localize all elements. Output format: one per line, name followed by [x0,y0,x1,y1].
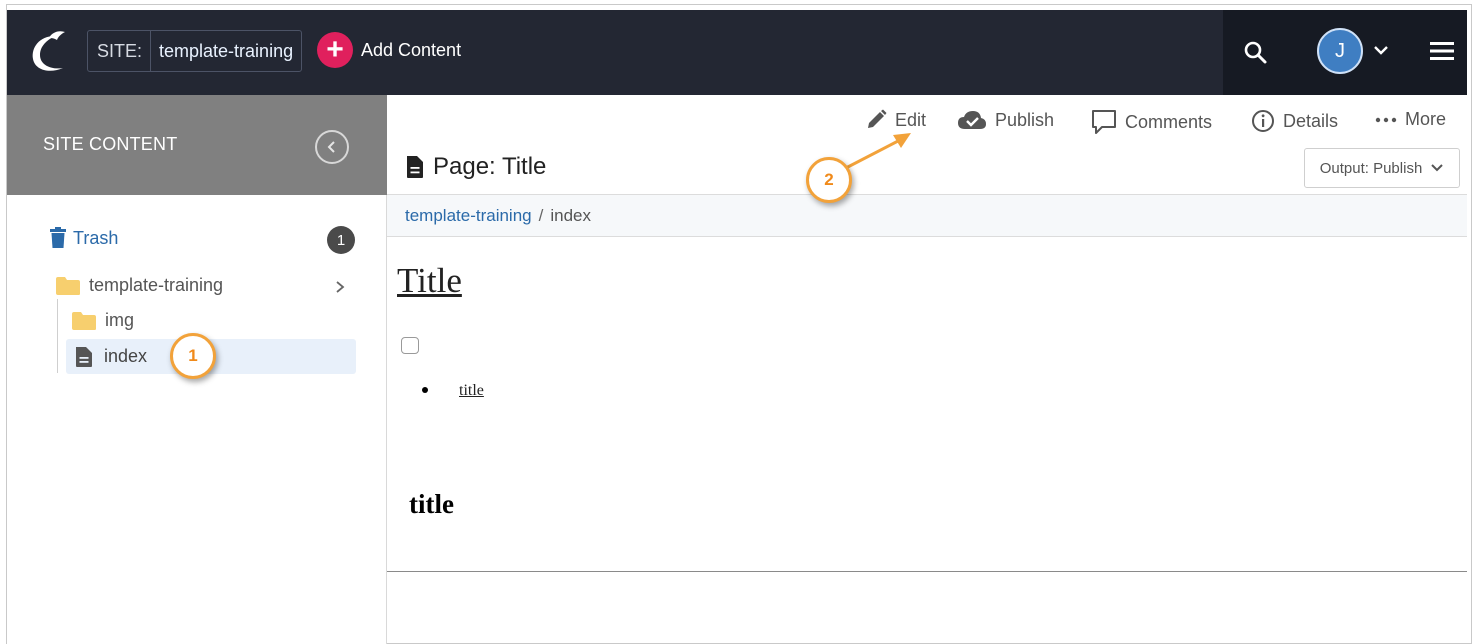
chevron-down-icon[interactable] [1373,42,1389,58]
more-label: More [1405,109,1447,129]
tree-root-label: template-training [89,275,224,295]
breadcrumb-separator: / [538,205,544,225]
breadcrumb: template-training / index [387,195,1467,237]
page-title: Page: Title [405,153,546,181]
publish-button[interactable]: Publish [957,109,1054,131]
preview-list-link[interactable]: title [459,382,484,400]
site-label: SITE: [88,31,152,71]
chevron-down-icon [1431,164,1443,172]
output-label: Output: Publish [1319,159,1423,177]
tree-guide-line [57,299,58,373]
trash-icon [50,227,66,248]
preview-heading: title [409,489,454,519]
search-icon[interactable] [1243,40,1269,66]
comments-label: Comments [1125,111,1213,132]
tree-item-label: index [104,346,148,366]
breadcrumb-current: index [550,205,591,225]
output-select[interactable]: Output: Publish [1304,148,1460,188]
site-name: template-training [159,40,294,61]
comments-button[interactable]: Comments [1091,109,1212,135]
hamburger-menu-icon[interactable] [1429,40,1455,62]
preview-title-link[interactable]: Title [397,261,462,301]
pencil-icon [868,109,887,128]
collapse-sidebar-button[interactable] [315,130,349,164]
sidebar-title: SITE CONTENT [43,134,178,154]
edit-button[interactable]: Edit [865,109,926,131]
document-icon [407,156,423,178]
folder-icon [72,311,96,330]
plus-icon: + [317,32,353,68]
trash-count-badge: 1 [327,226,355,254]
preview-toolbar: Edit Publish Comments Details More Page:… [387,95,1467,195]
breadcrumb-site-link[interactable]: template-training [405,206,532,226]
folder-icon [56,276,80,295]
tree-item-label: img [105,310,135,330]
site-switcher[interactable]: SITE: template-training [87,30,303,72]
preview-checkbox[interactable] [401,337,419,354]
crafter-logo-icon[interactable] [25,28,73,76]
sidebar-item-trash[interactable]: Trash [49,227,118,249]
comment-icon [1092,110,1116,134]
more-dots-icon [1375,117,1397,122]
user-avatar[interactable]: J [1317,28,1363,74]
page-title-text: Page: Title [433,153,547,180]
list-bullet [422,387,428,393]
chevron-left-icon [327,141,335,153]
page-preview: Title title title [387,237,1467,572]
step-callout-1: 1 [170,333,216,379]
add-content-label: Add Content [361,39,462,60]
step-callout-2: 2 [806,157,852,203]
sidebar-item-img[interactable]: img [71,310,134,331]
info-icon [1252,110,1274,132]
details-label: Details [1283,110,1339,131]
document-icon [76,346,92,367]
avatar-initial: J [1335,39,1345,62]
top-navigation-bar: SITE: template-training + Add Content J [7,10,1467,95]
sidebar-tree: Trash 1 template-training img index [7,195,387,644]
edit-label: Edit [895,109,927,130]
sidebar-item-template-training[interactable]: template-training [55,275,223,296]
chevron-right-icon[interactable] [333,279,347,295]
publish-label: Publish [995,109,1055,130]
details-button[interactable]: Details [1251,109,1338,133]
sidebar-header: SITE CONTENT [7,95,387,195]
cloud-check-icon [958,111,986,129]
trash-label: Trash [73,227,119,248]
add-content-button[interactable]: + Add Content [317,32,461,68]
more-button[interactable]: More [1375,109,1446,130]
